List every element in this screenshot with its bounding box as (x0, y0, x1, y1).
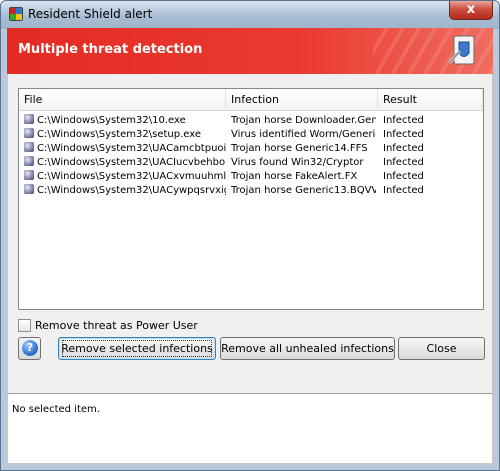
result-cell: Infected (383, 129, 424, 140)
table-row[interactable]: C:\Windows\System32\setup.exe Virus iden… (19, 128, 483, 142)
header-banner: Multiple threat detection (7, 28, 493, 74)
power-user-label[interactable]: Remove threat as Power User (35, 319, 198, 332)
file-icon (24, 128, 34, 138)
infection-cell: Virus found Win32/Cryptor (231, 157, 364, 168)
file-cell: C:\Windows\System32\UACamcbtpuoic.dll (24, 142, 226, 156)
shield-icon (447, 35, 475, 65)
file-icon (24, 142, 34, 152)
file-cell: C:\Windows\System32\UACIucvbehboh.dll (24, 156, 226, 170)
file-path: C:\Windows\System32\UACywpqsrvxig.dll (37, 185, 226, 196)
status-text: No selected item. (12, 404, 100, 415)
file-cell: C:\Windows\System32\setup.exe (24, 128, 226, 142)
column-header-file[interactable]: File (19, 89, 226, 111)
infection-cell: Virus identified Worm/Generic_r.... (231, 129, 376, 140)
window-close-button[interactable]: x (449, 1, 493, 20)
table-row[interactable]: C:\Windows\System32\UACxvmuuhmlj.dll Tro… (19, 170, 483, 184)
result-cell: Infected (383, 185, 424, 196)
column-header-infection[interactable]: Infection (226, 89, 378, 111)
file-path: C:\Windows\System32\UACxvmuuhmlj.dll (37, 171, 226, 182)
infection-cell: Trojan horse Downloader.Generic... (231, 115, 376, 126)
result-cell: Infected (383, 143, 424, 154)
infection-cell: Trojan horse Generic13.BQVV (231, 185, 376, 196)
alert-window: Resident Shield alert x Multiple threat … (0, 0, 500, 471)
dialog-content: File Infection Result C:\Windows\System3… (7, 74, 493, 393)
file-path: C:\Windows\System32\UACIucvbehboh.dll (37, 157, 226, 168)
result-cell: Infected (383, 157, 424, 168)
app-logo-icon (9, 7, 23, 21)
result-cell: Infected (383, 115, 424, 126)
column-header-result[interactable]: Result (378, 89, 483, 111)
help-icon: ? (22, 340, 38, 356)
remove-selected-label: Remove selected infections (61, 342, 213, 355)
power-user-checkbox[interactable] (18, 319, 31, 332)
file-path: C:\Windows\System32\setup.exe (37, 129, 201, 140)
file-path: C:\Windows\System32\UACamcbtpuoic.dll (37, 143, 226, 154)
banner-title: Multiple threat detection (18, 42, 203, 57)
result-cell: Infected (383, 171, 424, 182)
close-button[interactable]: Close (398, 337, 485, 360)
table-row[interactable]: C:\Windows\System32\UACywpqsrvxig.dll Tr… (19, 184, 483, 198)
file-cell: C:\Windows\System32\UACywpqsrvxig.dll (24, 184, 226, 198)
window-title: Resident Shield alert (28, 7, 153, 21)
title-bar[interactable]: Resident Shield alert x (1, 1, 499, 29)
file-cell: C:\Windows\System32\UACxvmuuhmlj.dll (24, 170, 226, 184)
file-path: C:\Windows\System32\10.exe (37, 115, 186, 126)
file-icon (24, 170, 34, 180)
infection-cell: Trojan horse Generic14.FFS (231, 143, 368, 154)
file-icon (24, 156, 34, 166)
infection-cell: Trojan horse FakeAlert.FX (231, 171, 358, 182)
remove-all-button[interactable]: Remove all unhealed infections (220, 337, 395, 360)
file-icon (24, 184, 34, 194)
table-row[interactable]: C:\Windows\System32\UACIucvbehboh.dll Vi… (19, 156, 483, 170)
list-header: File Infection Result (19, 89, 483, 111)
remove-selected-button[interactable]: Remove selected infections (58, 337, 216, 360)
status-panel: No selected item. (7, 393, 493, 464)
file-cell: C:\Windows\System32\10.exe (24, 114, 226, 128)
infections-list[interactable]: File Infection Result C:\Windows\System3… (18, 88, 484, 310)
help-button[interactable]: ? (18, 337, 41, 360)
file-icon (24, 114, 34, 124)
table-row[interactable]: C:\Windows\System32\UACamcbtpuoic.dll Tr… (19, 142, 483, 156)
table-row[interactable]: C:\Windows\System32\10.exe Trojan horse … (19, 114, 483, 128)
